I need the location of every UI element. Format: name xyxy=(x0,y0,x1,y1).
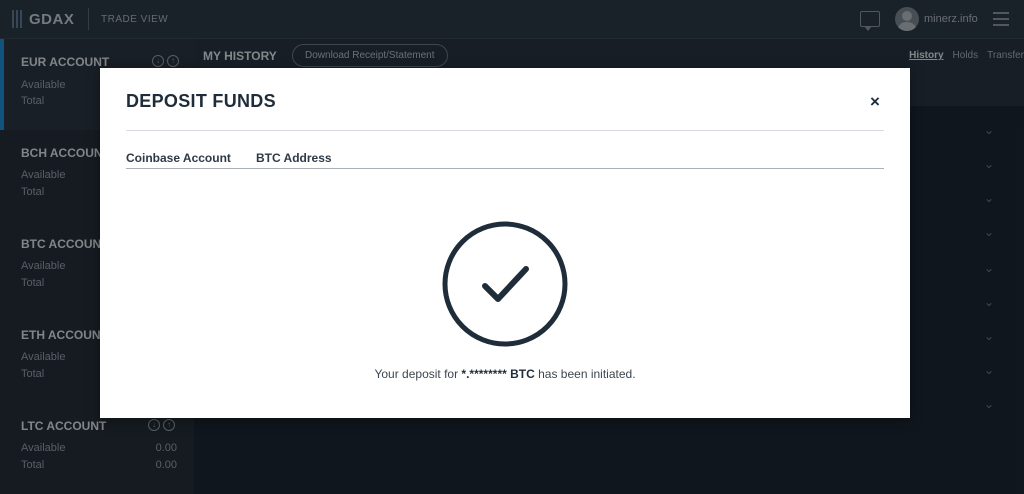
deposit-funds-modal: DEPOSIT FUNDS × Coinbase Account BTC Add… xyxy=(100,68,910,418)
message-suffix: has been initiated. xyxy=(534,367,636,381)
modal-title: DEPOSIT FUNDS xyxy=(126,91,276,111)
deposit-status-message: Your deposit for *.******** BTC has been… xyxy=(100,367,910,381)
divider xyxy=(126,168,884,169)
tab-coinbase-account[interactable]: Coinbase Account xyxy=(126,151,231,165)
close-icon[interactable]: × xyxy=(870,92,880,112)
message-prefix: Your deposit for xyxy=(374,367,462,381)
success-check-icon xyxy=(441,220,569,348)
deposit-amount: *.******** BTC xyxy=(461,367,535,381)
divider xyxy=(126,130,884,131)
tab-btc-address[interactable]: BTC Address xyxy=(256,151,332,165)
